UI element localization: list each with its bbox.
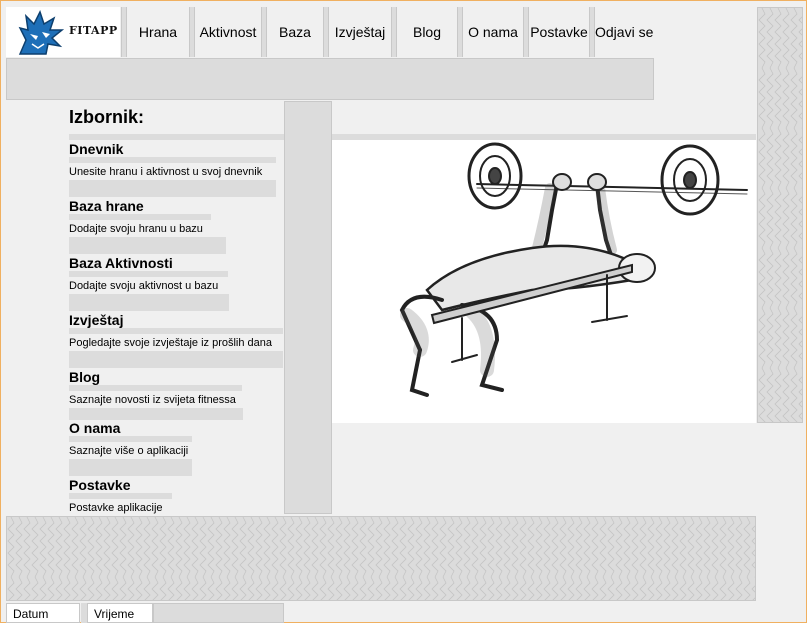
menu-item-dnevnik-desc: Unesite hranu i aktivnost u svoj dnevnik — [69, 166, 263, 178]
menu-divider — [69, 385, 242, 391]
menu-item-baza-aktivnosti-desc: Dodajte svoju aktivnost u bazu — [69, 280, 219, 292]
status-time: Vrijeme — [87, 603, 153, 623]
menu-item-baza-hrane[interactable]: Baza hrane — [69, 198, 144, 214]
menu-placeholder-box — [69, 351, 283, 368]
menu-item-blog[interactable]: Blog — [69, 369, 100, 385]
nav-tab-blog[interactable]: Blog — [397, 7, 457, 57]
menu-item-postavke-desc: Postavke aplikacije — [69, 502, 163, 514]
menu-divider — [69, 493, 172, 499]
nav-tab-postavke[interactable]: Postavke — [529, 7, 589, 57]
menu-top-divider — [69, 134, 284, 140]
header-bar — [6, 58, 654, 100]
nav-tab-aktivnost[interactable]: Aktivnost — [195, 7, 261, 57]
menu-item-izvjestaj[interactable]: Izvještaj — [69, 312, 123, 328]
app-brand: FITAPP — [69, 24, 118, 37]
menu-title: Izbornik: — [69, 107, 144, 127]
nav-tab-baza[interactable]: Baza — [267, 7, 323, 57]
right-panel — [757, 7, 803, 423]
bench-press-illustration — [399, 142, 748, 397]
status-date: Datum — [6, 603, 80, 623]
menu-placeholder-box — [69, 180, 276, 197]
menu-divider — [69, 157, 276, 163]
menu-divider — [69, 328, 283, 334]
menu-placeholder-box — [69, 408, 243, 420]
menu-item-baza-aktivnosti[interactable]: Baza Aktivnosti — [69, 255, 173, 271]
app-logo[interactable]: FITAPP — [6, 7, 120, 57]
wolf-logo-icon — [18, 10, 65, 55]
menu-placeholder-box — [69, 294, 229, 311]
bottom-panel — [6, 516, 756, 601]
menu-item-o-nama-desc: Saznajte više o aplikaciji — [69, 445, 189, 457]
menu-item-dnevnik[interactable]: Dnevnik — [69, 141, 123, 157]
menu-item-izvjestaj-desc: Pogledajte svoje izvještaje iz prošlih d… — [69, 337, 273, 349]
menu-item-o-nama[interactable]: O nama — [69, 420, 120, 436]
menu-divider — [69, 271, 228, 277]
nav-tab-odjavi-se[interactable]: Odjavi se — [595, 7, 657, 57]
menu-item-blog-desc: Saznajte novosti iz svijeta fitnessa — [69, 394, 236, 406]
menu-item-postavke[interactable]: Postavke — [69, 477, 130, 493]
nav-tab-o-nama[interactable]: O nama — [463, 7, 523, 57]
menu-placeholder-box — [69, 459, 192, 476]
menu-item-baza-hrane-desc: Dodajte svoju hranu u bazu — [69, 223, 203, 235]
nav-tab-hrana[interactable]: Hrana — [127, 7, 189, 57]
menu-divider — [69, 436, 192, 442]
app-window: FITAPP Hrana Aktivnost Baza Izvještaj Bl… — [0, 0, 807, 623]
status-empty-field — [153, 603, 284, 623]
hero-image — [332, 140, 756, 423]
middle-panel — [284, 101, 332, 514]
menu-placeholder-box — [69, 237, 226, 254]
nav-tab-izvjestaj[interactable]: Izvještaj — [329, 7, 391, 57]
menu-divider — [69, 214, 211, 220]
